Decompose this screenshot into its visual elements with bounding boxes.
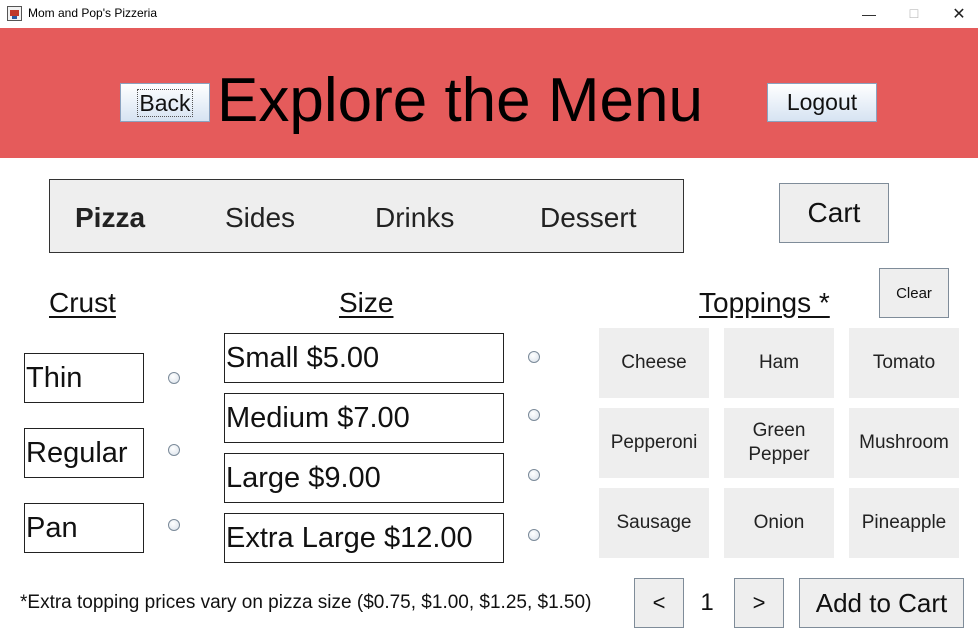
topping-cheese-button[interactable]: Cheese [599,328,709,398]
size-option-extra-large[interactable]: Extra Large $12.00 [224,513,504,563]
topping-pepperoni-button[interactable]: Pepperoni [599,408,709,478]
crust-option-pan[interactable]: Pan [24,503,144,553]
clear-toppings-button[interactable]: Clear [879,268,949,318]
size-option-medium[interactable]: Medium $7.00 [224,393,504,443]
page-title: Explore the Menu [217,66,703,135]
topping-pineapple-button[interactable]: Pineapple [849,488,959,558]
topping-mushroom-button[interactable]: Mushroom [849,408,959,478]
crust-option-thin[interactable]: Thin [24,353,144,403]
topping-sausage-button[interactable]: Sausage [599,488,709,558]
window-title: Mom and Pop's Pizzeria [28,6,158,20]
crust-option-regular[interactable]: Regular [24,428,144,478]
size-heading: Size [339,287,394,318]
crust-heading: Crust [49,287,116,318]
tab-dessert[interactable]: Dessert [540,202,636,234]
size-extra-large-radio[interactable] [528,529,540,541]
header-banner: Back Explore the Menu Logout [0,28,978,158]
crust-pan-radio[interactable] [168,519,180,531]
topping-green-pepper-button[interactable]: Green Pepper [724,408,834,478]
logout-button[interactable]: Logout [767,83,877,122]
tab-pizza[interactable]: Pizza [75,202,145,234]
crust-regular-radio[interactable] [168,444,180,456]
quantity-increase-button[interactable]: > [734,578,784,628]
tab-sides[interactable]: Sides [225,202,295,234]
topping-ham-button[interactable]: Ham [724,328,834,398]
back-button-label: Back [137,88,193,117]
size-option-large[interactable]: Large $9.00 [224,453,504,503]
crust-thin-radio[interactable] [168,372,180,384]
size-small-radio[interactable] [528,351,540,363]
quantity-decrease-button[interactable]: < [634,578,684,628]
maximize-button[interactable]: ☐ [891,0,937,28]
size-medium-radio[interactable] [528,409,540,421]
window-title-bar: Mom and Pop's Pizzeria — ☐ ✕ [0,0,978,28]
back-button[interactable]: Back [120,83,210,122]
add-to-cart-button[interactable]: Add to Cart [799,578,964,628]
category-tabs: Pizza Sides Drinks Dessert [49,179,684,253]
close-button[interactable]: ✕ [936,0,978,28]
topping-tomato-button[interactable]: Tomato [849,328,959,398]
toppings-heading: Toppings * [699,287,830,318]
tab-drinks[interactable]: Drinks [375,202,454,234]
minimize-button[interactable]: — [846,0,892,28]
app-icon [7,6,22,21]
size-large-radio[interactable] [528,469,540,481]
cart-button[interactable]: Cart [779,183,889,243]
size-option-small[interactable]: Small $5.00 [224,333,504,383]
quantity-value: 1 [700,589,714,616]
topping-price-note: *Extra topping prices vary on pizza size… [20,592,592,613]
topping-onion-button[interactable]: Onion [724,488,834,558]
